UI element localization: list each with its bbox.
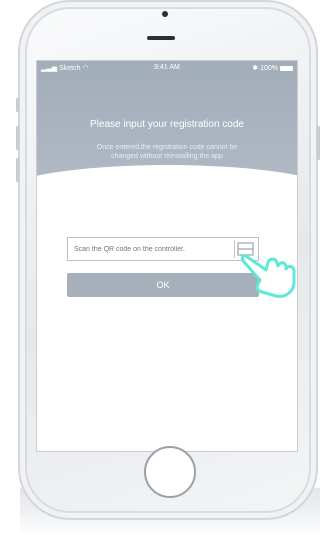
- battery-status: ✱ 100%: [252, 64, 293, 72]
- ok-button[interactable]: OK: [67, 273, 259, 297]
- registration-code-field: [67, 237, 259, 261]
- power-button: [317, 126, 320, 160]
- battery-icon: [280, 65, 293, 71]
- status-bar: ▂▃▅ Sketch ◠ 9:41 AM ✱ 100%: [37, 61, 297, 75]
- volume-up-button: [16, 126, 19, 150]
- page-title: Please input your registration code: [90, 119, 244, 130]
- front-camera: [162, 11, 168, 17]
- mute-switch: [16, 98, 19, 112]
- page-subtitle: Once entered,the registration code canno…: [96, 144, 238, 160]
- earpiece-speaker: [147, 36, 175, 40]
- hand-pointer-icon: [241, 254, 296, 298]
- registration-code-input[interactable]: [68, 238, 228, 260]
- bluetooth-icon: ✱: [252, 65, 259, 72]
- home-button[interactable]: [144, 446, 196, 498]
- header-curve: [37, 165, 297, 225]
- battery-percent: 100%: [260, 64, 278, 72]
- volume-down-button: [16, 158, 19, 182]
